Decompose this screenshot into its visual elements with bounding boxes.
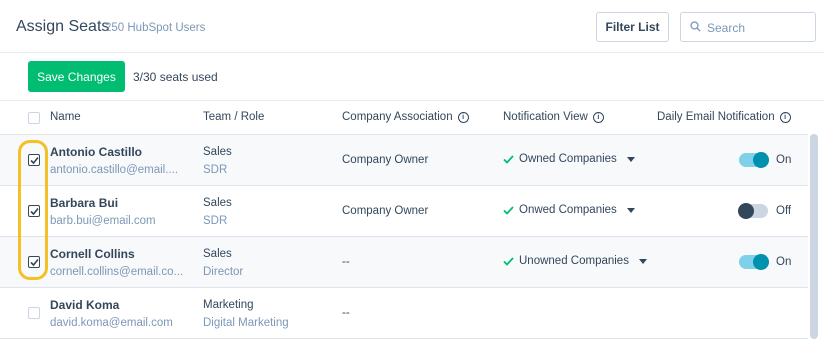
row-checkbox[interactable] [28,307,40,319]
company-association: Company Owner [342,205,429,217]
checkmark-icon [30,156,39,165]
page-title: Assign Seats [16,18,110,35]
user-role: SDR [203,215,228,227]
user-email: antonio.castillo@email.... [50,164,179,176]
checkmark-icon [30,258,39,267]
info-icon[interactable]: i [592,111,604,123]
check-icon [503,256,514,266]
caret-down-icon [638,258,647,264]
user-team: Sales [203,197,232,209]
save-changes-button[interactable]: Save Changes [28,61,125,92]
user-name[interactable]: Antonio Castillo [50,145,142,159]
row-checkbox[interactable] [28,205,40,217]
notification-view-dropdown[interactable]: Owned Companies [503,153,635,165]
toggle-state-label: On [776,154,792,166]
user-role: SDR [203,164,228,176]
email-notification-toggle[interactable] [739,254,769,270]
company-association: Company Owner [342,154,429,166]
column-daily-email-notification[interactable]: Daily Email Notification i [657,111,791,123]
search-icon [690,21,701,32]
action-toolbar: Save Changes 3/30 seats used [0,52,824,101]
toggle-state-label: On [776,256,792,268]
caret-down-icon [626,156,635,162]
notification-view-dropdown[interactable]: Unowned Companies [503,255,647,267]
column-name[interactable]: Name [50,111,81,123]
company-association: -- [342,256,350,268]
user-name[interactable]: David Koma [50,298,119,312]
company-association: -- [342,307,350,319]
column-team-role[interactable]: Team / Role [203,111,264,123]
user-team: Marketing [203,299,254,311]
table-row[interactable]: David Koma david.koma@email.com Marketin… [0,288,808,339]
user-email: barb.bui@email.com [50,215,156,227]
email-notification-toggle[interactable] [739,152,769,168]
email-notification-toggle[interactable] [738,203,768,219]
seats-used-count: 3/30 seats used [133,70,218,84]
filter-list-button[interactable]: Filter List [596,12,669,42]
user-email: cornell.collins@email.co... [50,266,184,278]
table-header: Name Team / Role Company Association i No… [0,101,808,135]
user-count: 250 HubSpot Users [105,22,206,34]
search-input[interactable] [705,18,813,38]
user-team: Sales [203,146,232,158]
table-row[interactable]: Barbara Bui barb.bui@email.com Sales SDR… [0,186,808,237]
search-box[interactable] [680,12,816,42]
user-role: Digital Marketing [203,317,289,329]
check-icon [503,154,514,164]
caret-down-icon [626,207,635,213]
toggle-state-label: Off [776,205,792,217]
check-icon [503,205,514,215]
scrollbar-thumb[interactable] [810,134,818,339]
checkmark-icon [30,207,39,216]
table-scrollbar[interactable] [810,134,818,345]
column-company-association[interactable]: Company Association i [342,111,469,123]
select-all-checkbox[interactable] [28,112,40,124]
table-row[interactable]: Cornell Collins cornell.collins@email.co… [0,237,808,288]
page-header: Assign Seats 250 HubSpot Users Filter Li… [0,0,824,53]
row-checkbox[interactable] [28,256,40,268]
table-row[interactable]: Antonio Castillo antonio.castillo@email.… [0,135,808,186]
user-name[interactable]: Barbara Bui [50,196,118,210]
info-icon[interactable]: i [779,111,791,123]
user-email: david.koma@email.com [50,317,173,329]
row-checkbox[interactable] [28,154,40,166]
user-role: Director [203,266,244,278]
column-notification-view[interactable]: Notification View i [503,111,604,123]
user-name[interactable]: Cornell Collins [50,247,135,261]
user-team: Sales [203,248,232,260]
info-icon[interactable]: i [457,111,469,123]
notification-view-dropdown[interactable]: Onwed Companies [503,204,635,216]
